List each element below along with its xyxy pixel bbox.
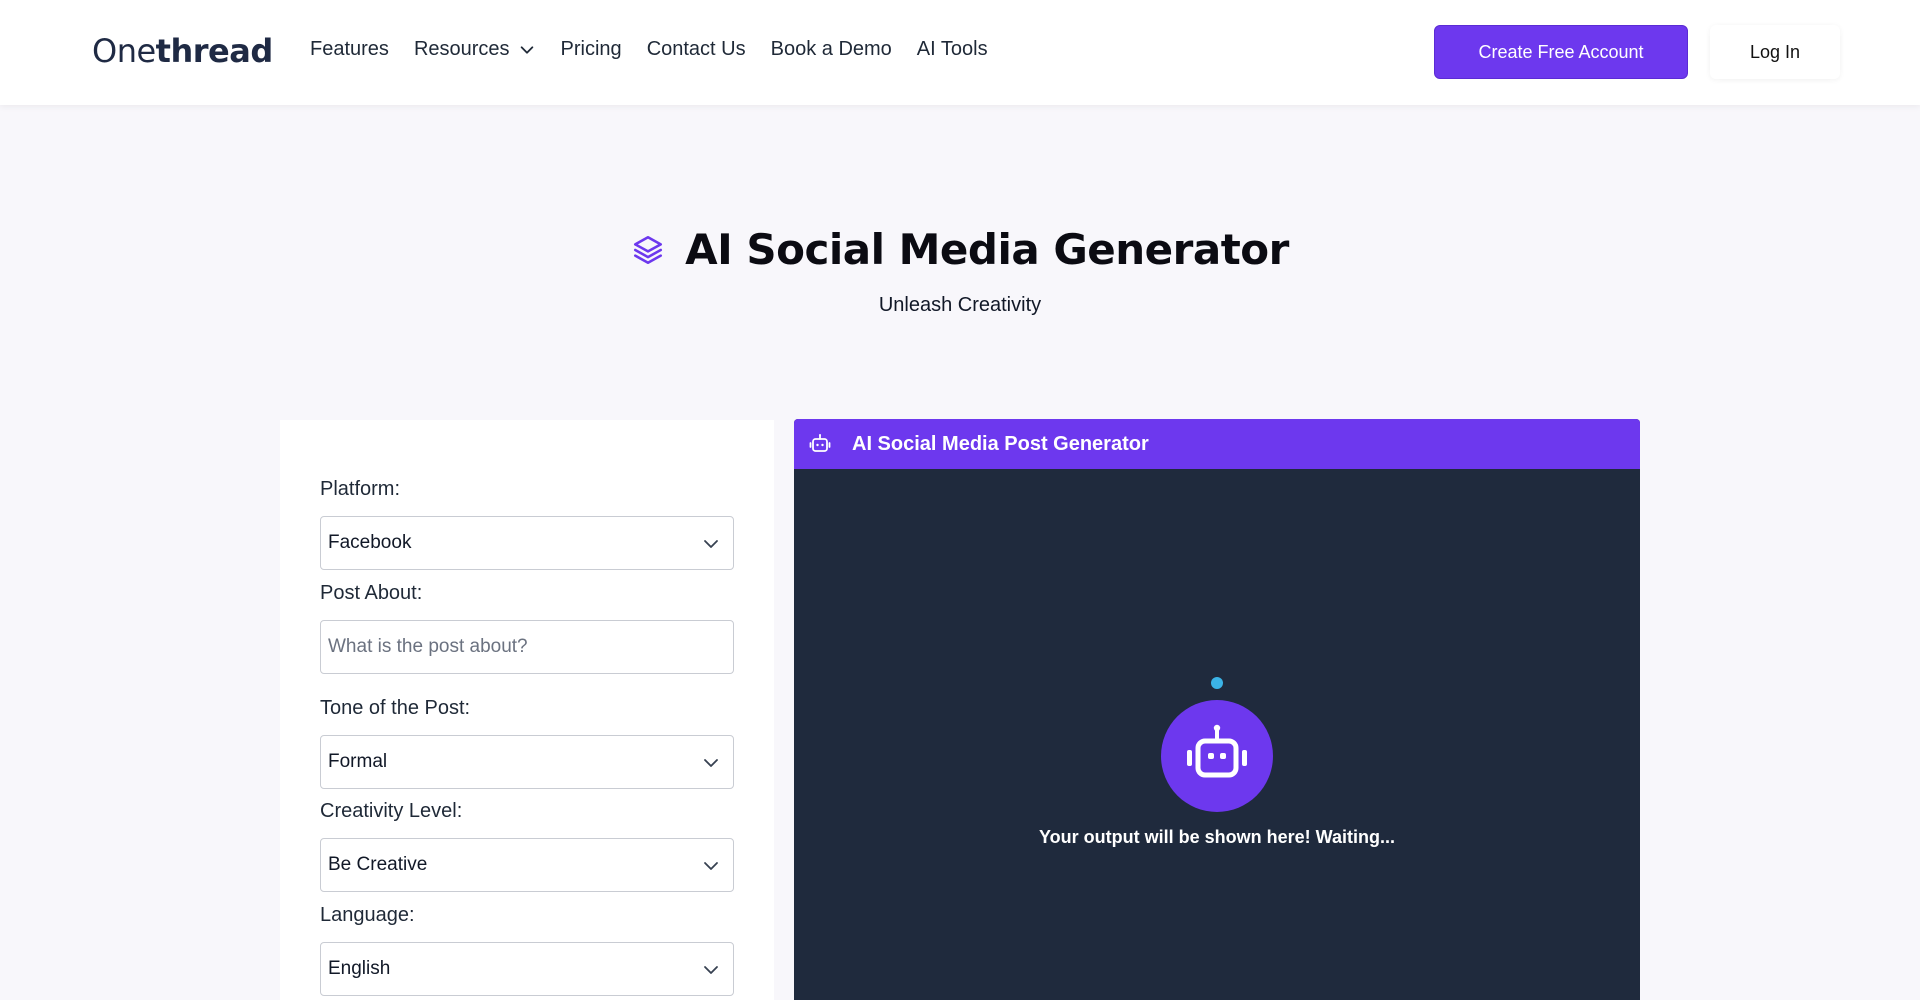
creativity-select[interactable]: Be Creative bbox=[320, 838, 734, 892]
language-label: Language: bbox=[320, 904, 415, 926]
platform-select[interactable]: Facebook bbox=[320, 516, 734, 570]
create-free-account-button[interactable]: Create Free Account bbox=[1434, 25, 1688, 79]
nav-book-a-demo[interactable]: Book a Demo bbox=[771, 38, 892, 61]
nav-pricing[interactable]: Pricing bbox=[561, 38, 622, 61]
page-subtitle: Unleash Creativity bbox=[878, 294, 1042, 316]
creativity-select-value: Be Creative bbox=[328, 854, 428, 875]
layers-icon bbox=[634, 235, 663, 264]
post-about-label: Post About: bbox=[320, 582, 423, 604]
output-title: AI Social Media Post Generator bbox=[852, 433, 1149, 455]
login-button[interactable]: Log In bbox=[1710, 25, 1840, 79]
tone-select[interactable]: Formal bbox=[320, 735, 734, 789]
chevron-down-icon bbox=[704, 759, 718, 767]
post-about-placeholder: What is the post about? bbox=[328, 636, 528, 657]
nav-features[interactable]: Features bbox=[310, 38, 389, 61]
language-select-value: English bbox=[328, 958, 391, 979]
robot-avatar bbox=[1161, 700, 1273, 812]
nav-contact-us[interactable]: Contact Us bbox=[647, 38, 746, 61]
creativity-label: Creativity Level: bbox=[320, 800, 463, 822]
generator-form: Platform: Facebook Post About: What is t… bbox=[280, 420, 774, 1000]
output-placeholder-message: Your output will be shown here! Waiting.… bbox=[1039, 827, 1395, 847]
page-title: AI Social Media Generator bbox=[685, 225, 1289, 274]
nav-resources[interactable]: Resources bbox=[414, 38, 536, 61]
chevron-down-icon bbox=[704, 540, 718, 548]
output-panel: AI Social Media Post Generator Your outp… bbox=[794, 419, 1640, 1000]
post-about-input[interactable]: What is the post about? bbox=[320, 620, 734, 674]
output-header: AI Social Media Post Generator bbox=[794, 419, 1640, 469]
platform-select-value: Facebook bbox=[328, 532, 412, 553]
main-nav: Features Resources Pricing Contact Us Bo… bbox=[310, 38, 988, 61]
chevron-down-icon bbox=[704, 966, 718, 974]
tone-label: Tone of the Post: bbox=[320, 697, 471, 719]
status-indicator-dot bbox=[1211, 677, 1223, 689]
onethread-logo[interactable]: Onethread bbox=[92, 32, 273, 70]
language-select[interactable]: English bbox=[320, 942, 734, 996]
site-header: Onethread Features Resources Pricing Con… bbox=[0, 0, 1920, 105]
chevron-down-icon bbox=[520, 45, 533, 54]
tone-select-value: Formal bbox=[328, 751, 388, 772]
nav-ai-tools[interactable]: AI Tools bbox=[917, 38, 988, 61]
platform-label: Platform: bbox=[320, 478, 401, 500]
robot-icon bbox=[809, 434, 831, 452]
hero-title-row: AI Social Media Generator bbox=[0, 225, 1920, 274]
robot-icon bbox=[1187, 724, 1247, 778]
chevron-down-icon bbox=[704, 862, 718, 870]
